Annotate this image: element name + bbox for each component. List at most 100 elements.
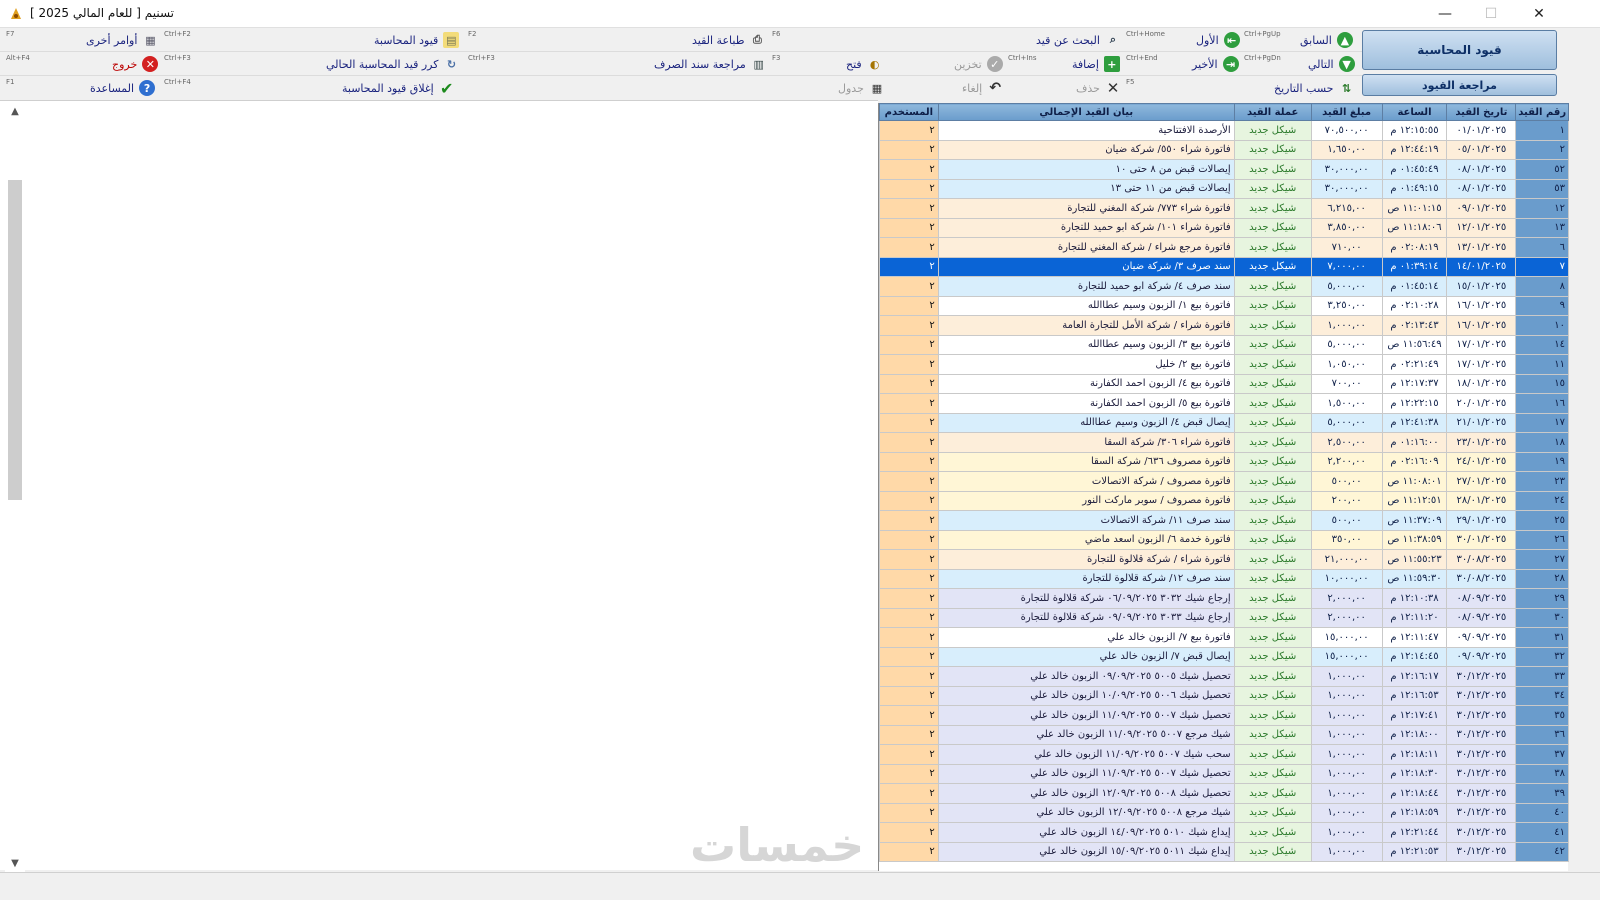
table-row[interactable]: ٢٣ ٢٧/٠١/٢٠٢٥ ١١:٠٨:٠١ ص ٥٠٠,٠٠ شيكل جديد فات…	[879, 471, 1569, 492]
table-row[interactable]: ٤٠ ٣٠/١٢/٢٠٢٥ ١٢:١٨:٥٩ م ١,٠٠٠,٠٠ شيكل جديد ش…	[879, 802, 1569, 823]
previous-button[interactable]: ▲ السابق	[1300, 29, 1353, 51]
cell-date: ١٥/٠١/٢٠٢٥	[1446, 276, 1517, 297]
table-row[interactable]: ٣٢ ٠٩/٠٩/٢٠٢٥ ١٢:١٤:٤٥ م ١٥,٠٠٠,٠٠ شيكل جديد…	[879, 646, 1569, 667]
cell-currency: شيكل جديد	[1233, 120, 1312, 141]
cell-amount: ١٥,٠٠٠,٠٠	[1310, 646, 1383, 667]
table-row[interactable]: ٤٢ ٣٠/١٢/٢٠٢٥ ١٢:٢١:٥٣ م ١,٠٠٠,٠٠ شيكل جديد إ…	[879, 841, 1569, 862]
table-row[interactable]: ١٣ ١٢/٠١/٢٠٢٥ ١١:١٨:٠٦ ص ٣,٨٥٠,٠٠ شيكل جديد ف…	[879, 217, 1569, 238]
cell-amount: ٧١٠,٠٠	[1310, 237, 1383, 258]
close-journal-button[interactable]: ✔ إغلاق قيود المحاسبة	[342, 77, 455, 99]
column-header-user[interactable]: المستخدم	[879, 103, 939, 121]
cell-no: ١٠	[1515, 315, 1569, 336]
open-button[interactable]: ◐ فتح	[846, 53, 883, 75]
table-row[interactable]: ٣٩ ٣٠/١٢/٢٠٢٥ ١٢:١٨:٤٤ م ١,٠٠٠,٠٠ شيكل جديد ت…	[879, 783, 1569, 804]
search-entry-button[interactable]: ⌕ البحث عن قيد	[1036, 29, 1121, 51]
table-row[interactable]: ١٥ ١٨/٠١/٢٠٢٥ ١٢:١٧:٣٧ م ٧٠٠,٠٠ شيكل جديد فات…	[879, 373, 1569, 394]
exit-button[interactable]: ✕ خروج	[112, 53, 159, 75]
table-row[interactable]: ٢٥ ٢٩/٠١/٢٠٢٥ ١١:٣٧:٠٩ ص ٥٠٠,٠٠ شيكل جديد سند…	[879, 510, 1569, 531]
table-row[interactable]: ٤١ ٣٠/١٢/٢٠٢٥ ١٢:٢١:٤٤ م ١,٠٠٠,٠٠ شيكل جديد إ…	[879, 822, 1569, 843]
table-row[interactable]: ٢٨ ٣٠/٠٨/٢٠٢٥ ١١:٥٩:٣٠ ص ١٠,٠٠٠,٠٠ شيكل جديد…	[879, 568, 1569, 589]
table-row[interactable]: ١٧ ٢١/٠١/٢٠٢٥ ١٢:٤١:٣٨ م ٥,٠٠٠,٠٠ شيكل جديد إ…	[879, 412, 1569, 433]
next-button[interactable]: ▼ التالي	[1308, 53, 1355, 75]
table-row[interactable]: ١٩ ٢٤/٠١/٢٠٢٥ ٠٢:١٦:٠٩ م ٢,٢٠٠,٠٠ شيكل جديد ف…	[879, 451, 1569, 472]
journal-entries-button[interactable]: قيود المحاسبة	[1362, 30, 1557, 70]
cell-amount: ٦,٢١٥,٠٠	[1310, 198, 1383, 219]
cell-user: ٢	[879, 120, 939, 141]
shortcut-search: Ctrl+Home	[1126, 30, 1165, 38]
table-row[interactable]: ٢ ٠٥/٠١/٢٠٢٥ ١٢:٤٤:١٩ م ١,٦٥٠,٠٠ شيكل جديد فا…	[879, 139, 1569, 160]
cell-time: ٠٢:١٦:٠٩ م	[1381, 451, 1448, 472]
table-row[interactable]: ٣٦ ٣٠/١٢/٢٠٢٥ ١٢:١٨:٠٠ م ١,٠٠٠,٠٠ شيكل جديد ش…	[879, 724, 1569, 745]
scroll-down-icon[interactable]: ▼	[8, 858, 22, 872]
table-row[interactable]: ٦ ١٣/٠١/٢٠٢٥ ٠٢:٠٨:١٩ م ٧١٠,٠٠ شيكل جديد فاتو…	[879, 237, 1569, 258]
table-row[interactable]: ٣٥ ٣٠/١٢/٢٠٢٥ ١٢:١٧:٤١ م ١,٠٠٠,٠٠ شيكل جديد ت…	[879, 705, 1569, 726]
maximize-button[interactable]: ☐	[1468, 0, 1514, 28]
column-header-date[interactable]: تاريخ القيد	[1446, 103, 1517, 121]
cell-time: ٠١:٤٥:١٤ م	[1381, 276, 1448, 297]
help-button[interactable]: ? المساعدة	[90, 77, 156, 99]
table-row[interactable]: ١٠ ١٦/٠١/٢٠٢٥ ٠٢:١٣:٤٣ م ١,٠٠٠,٠٠ شيكل جديد ف…	[879, 315, 1569, 336]
cell-time: ١٢:١٤:٤٥ م	[1381, 646, 1448, 667]
scrollbar-thumb[interactable]	[8, 180, 22, 500]
cell-time: ١١:٥٥:٢٣ ص	[1381, 549, 1448, 570]
review-entries-button[interactable]: مراجعة القيود	[1362, 74, 1557, 96]
table-button[interactable]: ▦ جدول	[838, 77, 885, 99]
cell-user: ٢	[879, 393, 939, 414]
add-button[interactable]: + إضافة	[1072, 53, 1120, 75]
table-row[interactable]: ١ ٠١/٠١/٢٠٢٥ ١٢:١٥:٥٥ م ٧٠,٥٠٠,٠٠ شيكل جديد ا…	[879, 120, 1569, 141]
table-row[interactable]: ٣١ ٠٩/٠٩/٢٠٢٥ ١٢:١١:٤٧ م ١٥,٠٠٠,٠٠ شيكل جديد…	[879, 627, 1569, 648]
journal-entries-tool[interactable]: ▤ قيود المحاسبة	[374, 29, 460, 51]
last-button[interactable]: ⇥ الأخير	[1192, 53, 1239, 75]
minimize-button[interactable]: —	[1422, 0, 1468, 28]
table-row[interactable]: ٥٣ ٠٨/٠١/٢٠٢٥ ٠١:٤٩:١٥ م ٣٠,٠٠٠,٠٠ شيكل جديد…	[879, 178, 1569, 199]
table-row[interactable]: ١٦ ٢٠/٠١/٢٠٢٥ ١٢:٢٢:١٥ م ١,٥٠٠,٠٠ شيكل جديد ف…	[879, 393, 1569, 414]
column-header-entry-no[interactable]: رقم القيد	[1515, 103, 1569, 121]
cell-no: ١٨	[1515, 432, 1569, 453]
sort-by-date-button[interactable]: ⇅ حسب التاريخ	[1274, 77, 1354, 99]
exit-icon: ✕	[142, 56, 159, 72]
table-row[interactable]: ١٤ ١٧/٠١/٢٠٢٥ ١١:٥٦:٤٩ ص ٥,٠٠٠,٠٠ شيكل جديد ف…	[879, 334, 1569, 355]
table-row[interactable]: ٢٦ ٣٠/٠١/٢٠٢٥ ١١:٣٨:٥٩ ص ٣٥٠,٠٠ شيكل جديد فات…	[879, 529, 1569, 550]
cell-statement: سند صرف ١٢/ شركة قلالوة للتجارة	[937, 568, 1235, 589]
cell-date: ٢٩/٠١/٢٠٢٥	[1446, 510, 1517, 531]
cell-currency: شيكل جديد	[1233, 490, 1312, 511]
table-row[interactable]: ٣٣ ٣٠/١٢/٢٠٢٥ ١٢:١٦:١٧ م ١,٠٠٠,٠٠ شيكل جديد ت…	[879, 666, 1569, 687]
column-header-currency[interactable]: عملة القيد	[1233, 103, 1312, 121]
cell-currency: شيكل جديد	[1233, 354, 1312, 375]
table-row[interactable]: ٩ ١٦/٠١/٢٠٢٥ ٠٢:١٠:٢٨ م ٣,٢٥٠,٠٠ شيكل جديد فا…	[879, 295, 1569, 316]
vertical-scrollbar[interactable]: ▲ ▼	[5, 102, 25, 872]
delete-button[interactable]: ✕ حذف	[1076, 77, 1121, 99]
table-row[interactable]: ٢٧ ٣٠/٠٨/٢٠٢٥ ١١:٥٥:٢٣ ص ٢١,٠٠٠,٠٠ شيكل جديد…	[879, 549, 1569, 570]
cancel-button[interactable]: ↶ إلغاء	[962, 77, 1003, 99]
table-row[interactable]: ١٢ ٠٩/٠١/٢٠٢٥ ١١:٠١:١٥ ص ٦,٢١٥,٠٠ شيكل جديد ف…	[879, 198, 1569, 219]
table-row[interactable]: ٣٠ ٠٨/٠٩/٢٠٢٥ ١٢:١١:٢٠ م ٢,٠٠٠,٠٠ شيكل جديد إ…	[879, 607, 1569, 628]
table-row[interactable]: ٣٤ ٣٠/١٢/٢٠٢٥ ١٢:١٦:٥٣ م ١,٠٠٠,٠٠ شيكل جديد ت…	[879, 685, 1569, 706]
table-row[interactable]: ١٨ ٢٣/٠١/٢٠٢٥ ٠١:١٦:٠٠ م ٢,٥٠٠,٠٠ شيكل جديد ف…	[879, 432, 1569, 453]
print-entry-button[interactable]: ⎙ طباعة القيد	[692, 29, 765, 51]
scroll-up-icon[interactable]: ▲	[8, 106, 22, 120]
review-voucher-button[interactable]: ▥ مراجعة سند الصرف	[654, 53, 767, 75]
entries-grid[interactable]: رقم القيد تاريخ القيد الساعة مبلغ القيد …	[878, 103, 1569, 871]
table-row[interactable]: ٧ ١٤/٠١/٢٠٢٥ ٠١:٣٩:١٤ م ٧,٠٠٠,٠٠ شيكل جديد سن…	[879, 256, 1569, 277]
table-row[interactable]: ٢٩ ٠٨/٠٩/٢٠٢٥ ١٢:١٠:٣٨ م ٢,٠٠٠,٠٠ شيكل جديد إ…	[879, 588, 1569, 609]
cell-time: ٠١:٤٩:١٥ م	[1381, 178, 1448, 199]
column-header-amount[interactable]: مبلغ القيد	[1310, 103, 1383, 121]
column-header-time[interactable]: الساعة	[1381, 103, 1448, 121]
table-row[interactable]: ٣٨ ٣٠/١٢/٢٠٢٥ ١٢:١٨:٣٠ م ١,٠٠٠,٠٠ شيكل جديد ت…	[879, 763, 1569, 784]
close-button[interactable]: ✕	[1516, 0, 1562, 28]
table-row[interactable]: ٨ ١٥/٠١/٢٠٢٥ ٠١:٤٥:١٤ م ٥,٠٠٠,٠٠ شيكل جديد سن…	[879, 276, 1569, 297]
cell-date: ٣٠/١٢/٢٠٢٥	[1446, 763, 1517, 784]
cell-user: ٢	[879, 763, 939, 784]
first-button[interactable]: ⇤ الأول	[1196, 29, 1240, 51]
table-row[interactable]: ٣٧ ٣٠/١٢/٢٠٢٥ ١٢:١٨:١١ م ١,٠٠٠,٠٠ شيكل جديد س…	[879, 744, 1569, 765]
cell-amount: ٥,٠٠٠,٠٠	[1310, 334, 1383, 355]
column-header-statement[interactable]: بيان القيد الإجمالي	[937, 103, 1235, 121]
cell-date: ٣٠/١٢/٢٠٢٥	[1446, 783, 1517, 804]
table-row[interactable]: ١١ ١٧/٠١/٢٠٢٥ ٠٢:٢١:٤٩ م ١,٠٥٠,٠٠ شيكل جديد ف…	[879, 354, 1569, 375]
repeat-entry-button[interactable]: ↻ كرر قيد المحاسبة الحالي	[326, 53, 460, 75]
table-row[interactable]: ٢٤ ٢٨/٠١/٢٠٢٥ ١١:١٢:٥١ ص ٢٠٠,٠٠ شيكل جديد فات…	[879, 490, 1569, 511]
table-row[interactable]: ٥٢ ٠٨/٠١/٢٠٢٥ ٠١:٤٥:٤٩ م ٣٠,٠٠٠,٠٠ شيكل جديد…	[879, 159, 1569, 180]
save-button[interactable]: ✓ تخزين	[954, 53, 1003, 75]
other-commands-button[interactable]: ▦ أوامر أخرى	[86, 29, 158, 51]
cell-no: ٣١	[1515, 627, 1569, 648]
